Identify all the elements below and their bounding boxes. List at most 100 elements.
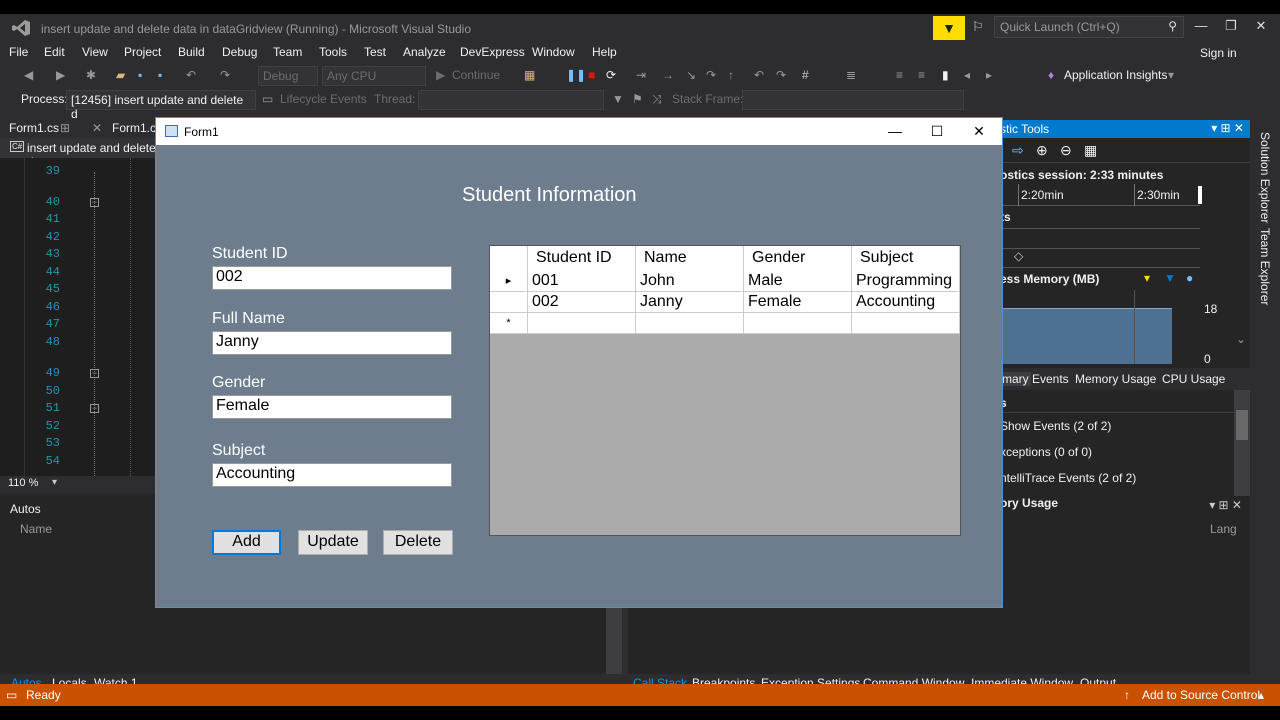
exceptions-link[interactable]: xceptions (0 of 0) <box>1000 445 1092 459</box>
row-header-new[interactable]: * <box>490 313 528 334</box>
column-header-subject[interactable]: Subject <box>852 246 960 271</box>
cell-subject[interactable]: Programming <box>852 271 960 292</box>
column-header-gender[interactable]: Gender <box>744 246 852 271</box>
menu-help[interactable]: Help <box>592 45 617 59</box>
collapse-icon[interactable]: − <box>90 198 99 207</box>
save-all-icon[interactable]: ▪ <box>158 68 162 82</box>
prev-bookmark-icon[interactable]: ◂ <box>964 68 970 82</box>
timeline-ruler[interactable]: 2:20min 2:30min <box>1000 184 1202 206</box>
cell-gender[interactable]: Female <box>744 292 852 313</box>
new-row[interactable]: * <box>490 313 960 334</box>
solution-explorer-tab[interactable]: Solution Explorer <box>1258 132 1272 223</box>
cell-student-id[interactable]: 002 <box>528 292 636 313</box>
pin-icon[interactable]: ⊞ <box>60 121 70 135</box>
show-next-statement-icon[interactable]: ⇥ <box>636 68 646 82</box>
filter-icon[interactable]: ▼ <box>612 92 624 106</box>
undo2-icon[interactable]: ↶ <box>754 68 764 82</box>
form-maximize-button[interactable]: ☐ <box>916 121 958 143</box>
configuration-select[interactable]: Debug <box>258 66 318 86</box>
cell-name[interactable]: Janny <box>636 292 744 313</box>
step-over-icon[interactable]: ↘ <box>686 68 696 82</box>
menu-team[interactable]: Team <box>273 45 302 59</box>
comment-icon[interactable]: ≡ <box>896 68 903 82</box>
chevron-down-icon[interactable]: ⌄ <box>1236 332 1246 346</box>
update-button[interactable]: Update <box>298 530 368 555</box>
subject-input[interactable]: Accounting <box>212 463 452 487</box>
chevron-up-icon[interactable]: ▴ <box>1258 688 1264 702</box>
autos-name-column[interactable]: Name <box>20 522 52 536</box>
gender-input[interactable]: Female <box>212 395 452 419</box>
add-to-source-control-button[interactable]: Add to Source Control <box>1142 688 1260 702</box>
lang-column[interactable]: Lang <box>1210 522 1237 536</box>
tab-cpu-usage[interactable]: CPU Usage <box>1162 372 1225 386</box>
cell-gender[interactable]: Male <box>744 271 852 292</box>
stack-frame-select[interactable] <box>742 90 964 110</box>
add-button[interactable]: Add <box>212 530 281 555</box>
menu-tools[interactable]: Tools <box>319 45 347 59</box>
quick-launch-input[interactable]: Quick Launch (Ctrl+Q) ⚲ <box>994 16 1184 38</box>
minimize-button[interactable]: — <box>1186 18 1216 33</box>
platform-select[interactable]: Any CPU <box>322 66 426 86</box>
application-insights-button[interactable]: Application Insights <box>1064 68 1167 82</box>
events-track[interactable]: ◇ <box>1000 228 1200 268</box>
pause-icon[interactable]: ❚❚ <box>566 68 586 82</box>
maximize-button[interactable]: ❐ <box>1216 18 1246 34</box>
editor-navigation-bar[interactable]: C# insert update and delete d <box>0 138 160 169</box>
process-select[interactable]: [12456] insert update and delete d <box>66 90 256 121</box>
close-button[interactable]: ✕ <box>1246 18 1276 34</box>
thread-select[interactable] <box>418 90 604 110</box>
step-into-icon[interactable]: → <box>662 68 674 82</box>
form1-title-bar[interactable]: Form1 — ☐ ✕ <box>156 118 1002 145</box>
tab-events[interactable]: Events <box>1032 372 1069 386</box>
menu-view[interactable]: View <box>82 45 108 59</box>
collapse-icon[interactable]: − <box>90 369 99 378</box>
flag-icon[interactable]: ⚑ <box>632 92 643 106</box>
next-bookmark-icon[interactable]: ▸ <box>986 68 992 82</box>
select-tools-icon[interactable]: ⇨ <box>1012 142 1024 159</box>
sign-in-link[interactable]: Sign in <box>1200 46 1237 60</box>
forward-icon[interactable]: ▶ <box>56 68 65 82</box>
uncomment-icon[interactable]: ≡ <box>918 68 925 82</box>
cell-gender[interactable] <box>744 313 852 334</box>
back-icon[interactable]: ◀ <box>24 68 33 82</box>
column-header-name[interactable]: Name <box>636 246 744 271</box>
column-header-student-id[interactable]: Student ID <box>528 246 636 271</box>
redo2-icon[interactable]: ↷ <box>776 68 786 82</box>
collapse-icon[interactable]: − <box>90 404 99 413</box>
cell-name[interactable] <box>636 313 744 334</box>
event-diamond-icon[interactable]: ◇ <box>1014 249 1023 263</box>
bookmark-icon[interactable]: ▮ <box>942 68 949 82</box>
delete-button[interactable]: Delete <box>383 530 453 555</box>
open-folder-icon[interactable]: ▰ <box>116 68 125 82</box>
menu-devexpress[interactable]: DevExpress <box>460 45 525 59</box>
row-header[interactable] <box>490 292 528 313</box>
zoom-out-icon[interactable]: ⊖ <box>1060 142 1072 159</box>
students-datagridview[interactable]: Student ID Name Gender Subject ▸ 001 Joh… <box>489 245 961 536</box>
stop-icon[interactable]: ■ <box>588 68 595 82</box>
tab-memory-usage[interactable]: Memory Usage <box>1075 372 1156 386</box>
cell-student-id[interactable] <box>528 313 636 334</box>
menu-project[interactable]: Project <box>124 45 161 59</box>
cell-subject[interactable] <box>852 313 960 334</box>
chevron-down-icon[interactable]: ▾ <box>1168 68 1174 82</box>
feedback-icon[interactable]: ⚐ <box>972 19 984 35</box>
hex-display-icon[interactable]: # <box>802 68 809 82</box>
form-minimize-button[interactable]: — <box>874 121 916 143</box>
tab-form1-cs[interactable]: Form1.cs <box>9 121 59 135</box>
menu-analyze[interactable]: Analyze <box>403 45 446 59</box>
step-out-icon[interactable]: ↑ <box>728 68 734 82</box>
pane-controls-icon[interactable]: ▾ ⊞ ✕ <box>1211 121 1244 135</box>
notifications-filter-icon[interactable]: ▼ <box>933 16 965 40</box>
menu-test[interactable]: Test <box>364 45 386 59</box>
menu-edit[interactable]: Edit <box>44 45 65 59</box>
cell-name[interactable]: John <box>636 271 744 292</box>
row-header-current[interactable]: ▸ <box>490 271 528 292</box>
menu-debug[interactable]: Debug <box>222 45 257 59</box>
zoom-level[interactable]: 110 % <box>8 477 38 489</box>
intellitrace-events-link[interactable]: ntelliTrace Events (2 of 2) <box>1000 471 1136 485</box>
table-row[interactable]: ▸ 001 John Male Programming <box>490 271 960 292</box>
chevron-down-icon[interactable]: ▾ <box>52 477 57 488</box>
student-id-input[interactable]: 002 <box>212 266 452 290</box>
grid-top-left-cell[interactable] <box>490 246 528 271</box>
memory-chart[interactable] <box>1000 290 1200 364</box>
